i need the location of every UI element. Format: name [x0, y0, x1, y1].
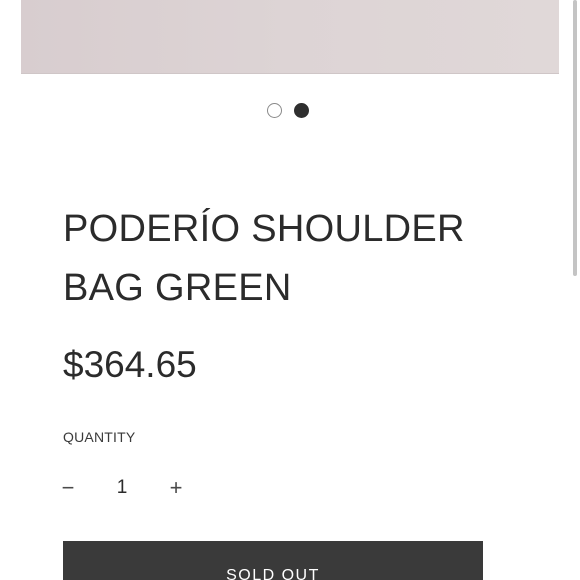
quantity-input[interactable] — [94, 473, 150, 503]
quantity-stepper: − + — [52, 470, 192, 506]
decrease-quantity-button[interactable]: − — [52, 470, 84, 506]
plus-icon: + — [169, 475, 183, 500]
product-title: PODERÍO SHOULDER BAG GREEN — [63, 208, 465, 309]
scrollbar[interactable] — [573, 0, 577, 276]
quantity-label: QUANTITY — [63, 429, 136, 445]
increase-quantity-button[interactable]: + — [160, 470, 192, 506]
product-price: $364.65 — [63, 344, 197, 385]
gallery-pagination — [267, 103, 309, 118]
product-page: PODERÍO SHOULDER BAG GREEN $364.65 QUANT… — [0, 0, 580, 580]
gallery-dot-1[interactable] — [267, 103, 282, 118]
minus-icon: − — [61, 475, 75, 500]
gallery-dot-2[interactable] — [294, 103, 309, 118]
sold-out-button[interactable]: SOLD OUT — [63, 541, 483, 580]
product-image[interactable] — [21, 0, 559, 74]
